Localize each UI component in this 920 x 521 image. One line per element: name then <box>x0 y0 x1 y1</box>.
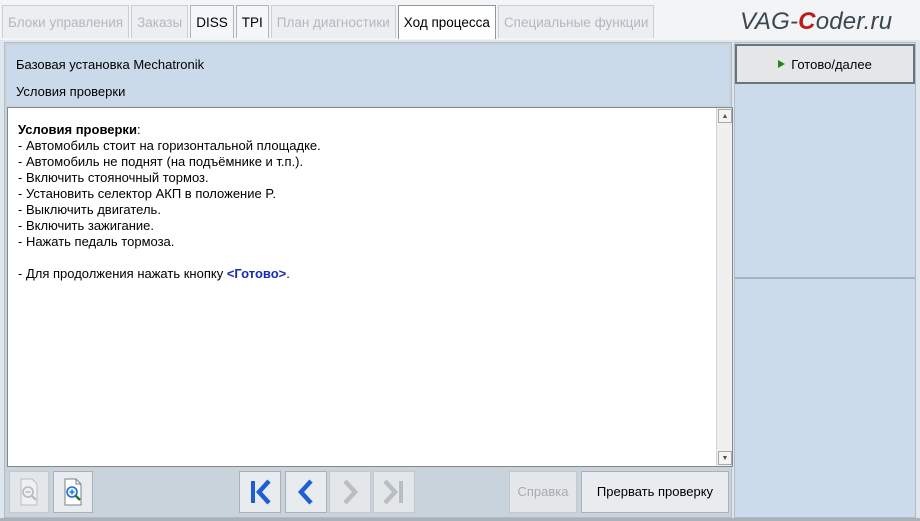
tab-label: TPI <box>241 14 263 30</box>
zoom-in-button[interactable] <box>53 471 93 513</box>
instruction-continue: - Для продолжения нажать кнопку <Готово>… <box>18 266 290 281</box>
tab-label: Заказы <box>137 14 183 30</box>
tab-tpi[interactable]: TPI <box>235 5 269 38</box>
instructions-area: Условия проверки: - Автомобиль стоит на … <box>7 107 733 467</box>
done-next-button[interactable]: Готово/далее <box>735 44 915 84</box>
tab-label: Ход процесса <box>403 15 490 30</box>
tab-label: Специальные функции <box>503 14 649 30</box>
tab-label: Блоки управления <box>8 14 124 30</box>
tabs: Блоки управления Заказы DISS TPI План ди… <box>2 5 656 39</box>
instruction-line: - Автомобиль стоит на горизонтальной пло… <box>18 138 321 153</box>
tab-orders[interactable]: Заказы <box>131 5 189 38</box>
bottom-toolbar: Справка Прервать проверку <box>7 469 731 515</box>
done-reference: <Готово> <box>226 266 287 281</box>
previous-step-button[interactable] <box>285 471 327 513</box>
instruction-line: - Установить селектор АКП в положение P. <box>18 186 276 201</box>
vertical-scrollbar[interactable]: ▲ ▼ <box>716 108 732 466</box>
help-button[interactable]: Справка <box>509 471 577 513</box>
instruction-line: - Нажать педаль тормоза. <box>18 234 175 249</box>
tab-diss[interactable]: DISS <box>190 5 234 38</box>
right-panel: Готово/далее <box>734 42 916 518</box>
first-step-button[interactable] <box>239 471 281 513</box>
main-panel: Базовая установка Mechatronik Условия пр… <box>4 42 733 518</box>
tab-diagnostic-plan[interactable]: План диагностики <box>270 5 396 38</box>
last-step-button[interactable] <box>373 471 415 513</box>
zoom-out-icon <box>20 478 38 506</box>
zoom-in-icon <box>64 478 82 506</box>
watermark-logo: VAG-Coder.ru <box>740 8 893 35</box>
scroll-up-icon[interactable]: ▲ <box>718 109 732 123</box>
instruction-line: - Выключить двигатель. <box>18 202 161 217</box>
tab-special-functions[interactable]: Специальные функции <box>497 5 655 38</box>
tab-bar: Блоки управления Заказы DISS TPI План ди… <box>0 0 920 40</box>
tab-label: План диагностики <box>276 14 390 30</box>
abort-test-button[interactable]: Прервать проверку <box>581 471 729 513</box>
procedure-subtitle: Условия проверки <box>16 84 126 99</box>
instruction-line: - Включить стояночный тормоз. <box>18 170 209 185</box>
instruction-line: - Автомобиль не поднят (на подъёмнике и … <box>18 154 304 169</box>
tab-label: DISS <box>196 14 228 30</box>
play-icon <box>778 60 786 68</box>
procedure-header: Базовая установка Mechatronik Условия пр… <box>7 45 729 105</box>
scroll-down-icon[interactable]: ▼ <box>718 451 732 465</box>
last-step-icon <box>383 479 403 505</box>
chevron-left-icon <box>297 479 313 505</box>
tab-process[interactable]: Ход процесса <box>397 5 496 39</box>
zoom-out-button[interactable] <box>9 471 49 513</box>
tab-control-units[interactable]: Блоки управления <box>2 5 130 38</box>
chevron-right-icon <box>343 479 359 505</box>
done-next-label: Готово/далее <box>791 56 872 72</box>
instructions-text: Условия проверки: - Автомобиль стоит на … <box>18 122 708 282</box>
instruction-line: - Включить зажигание. <box>18 218 154 233</box>
first-step-icon <box>251 479 271 505</box>
procedure-title: Базовая установка Mechatronik <box>16 57 205 72</box>
next-step-button[interactable] <box>329 471 371 513</box>
panel-divider <box>735 277 915 279</box>
instructions-heading: Условия проверки: <box>18 122 141 137</box>
